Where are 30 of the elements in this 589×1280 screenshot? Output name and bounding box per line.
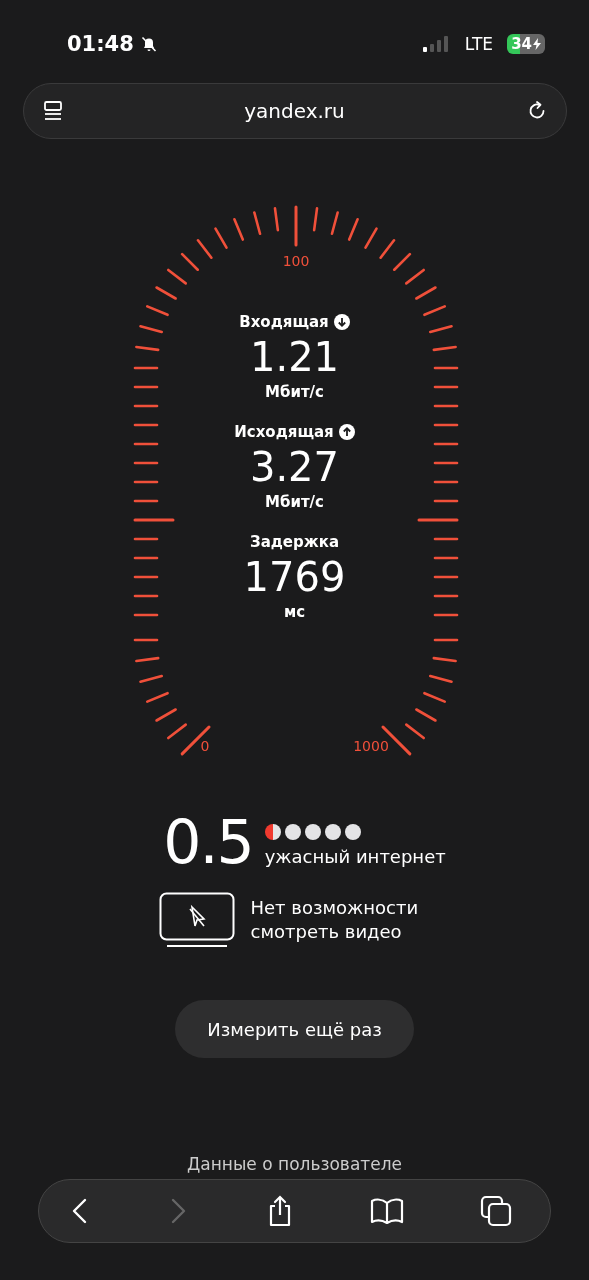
rating-dot [284,823,301,840]
rating-dot [304,823,321,840]
user-data-heading: Данные о пользователе [187,1154,402,1174]
rating-dot [324,823,341,840]
tv-no-video-icon [158,892,235,948]
clock-time: 01:48 [67,32,134,56]
rating-dot [344,823,361,840]
rating-score: 0.5 [163,810,253,874]
scale-label: 1000 [353,738,389,754]
network-label: LTE [464,34,494,54]
video-note: Нет возможности смотреть видео [250,896,420,944]
metric-label: Исходящая [234,423,334,441]
scale-label: 0 [200,738,210,754]
metric-value: 1.21 [249,333,340,382]
metric-unit: мс [283,603,306,621]
url-text: yandex.ru [243,99,346,123]
page-menu-icon[interactable] [41,100,64,122]
metric-label: Входящая [239,313,329,331]
metric-value: 1769 [243,553,346,602]
metric-value: 3.27 [249,443,339,492]
rating-dot [264,823,281,840]
tabs-icon[interactable] [480,1195,512,1227]
scale-label: 100 [282,253,310,269]
rating-verdict: ужасный интернет [264,845,446,867]
metric-unit: Мбит/с [265,493,324,511]
metric-unit: Мбит/с [265,383,324,401]
metric-label: Задержка [249,533,339,551]
measure-again-button[interactable]: Измерить ещё раз [175,1000,414,1058]
address-bar[interactable]: yandex.ru [22,83,567,139]
book-icon[interactable] [369,1197,404,1225]
